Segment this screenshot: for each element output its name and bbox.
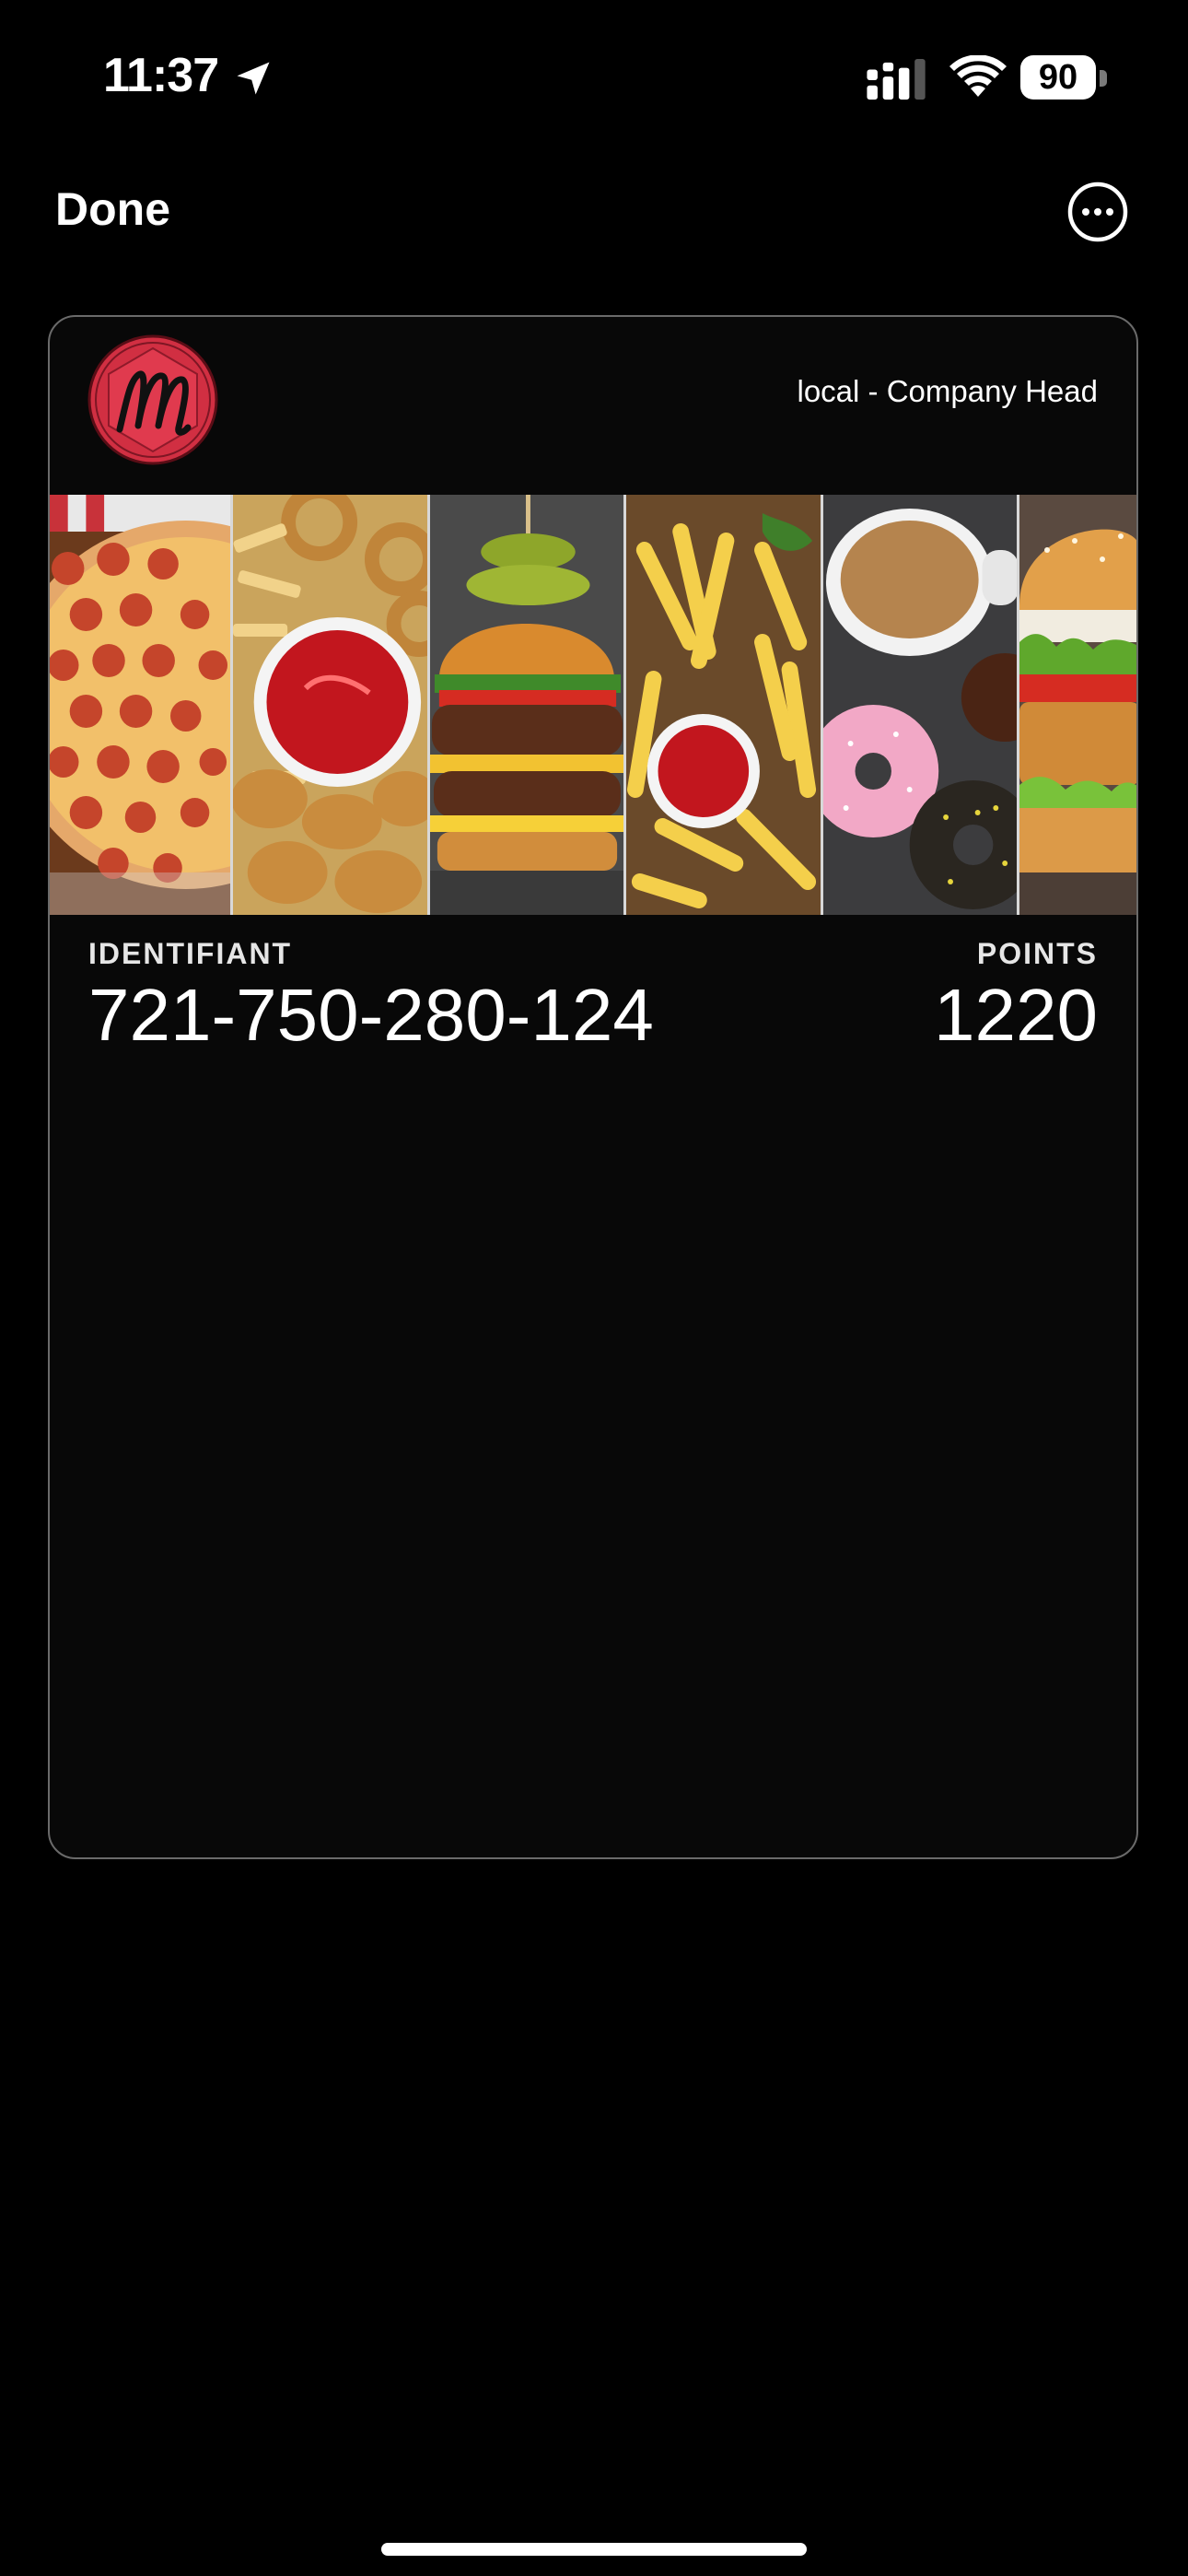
nuggets-panel (233, 495, 430, 915)
points-value: 1220 (934, 974, 1098, 1056)
done-button[interactable]: Done (55, 182, 170, 236)
battery-cap (1100, 70, 1107, 87)
wallet-pass-screen: 11:37 90 Done local - Company Head IDENT… (0, 0, 1188, 2576)
identifier-value: 721-750-280-124 (88, 974, 654, 1056)
points-label: POINTS (976, 937, 1098, 970)
ellipsis-circle-icon[interactable] (1066, 181, 1129, 243)
pass-strip-image (50, 495, 1136, 915)
pass-header-value: local - Company Head (797, 374, 1099, 408)
battery-level: 90 (1020, 55, 1096, 100)
wifi-icon (949, 55, 1007, 97)
burger-panel (430, 495, 626, 915)
identifier-label: IDENTIFIANT (88, 937, 293, 970)
fries-panel (626, 495, 823, 915)
pizza-panel (50, 495, 233, 915)
location-arrow-icon (237, 62, 270, 95)
brand-logo (87, 334, 218, 465)
status-bar: 11:37 90 (0, 0, 1188, 157)
home-indicator[interactable] (381, 2543, 807, 2556)
coffee-donuts-panel (823, 495, 1019, 915)
loyalty-pass-card[interactable]: local - Company Head IDENTIFIANT 721-750… (48, 315, 1138, 1859)
battery-icon: 90 (1020, 55, 1109, 101)
cellular-signal-icon (867, 59, 926, 100)
chicken-burger-panel (1019, 495, 1136, 915)
status-time: 11:37 (103, 49, 219, 102)
